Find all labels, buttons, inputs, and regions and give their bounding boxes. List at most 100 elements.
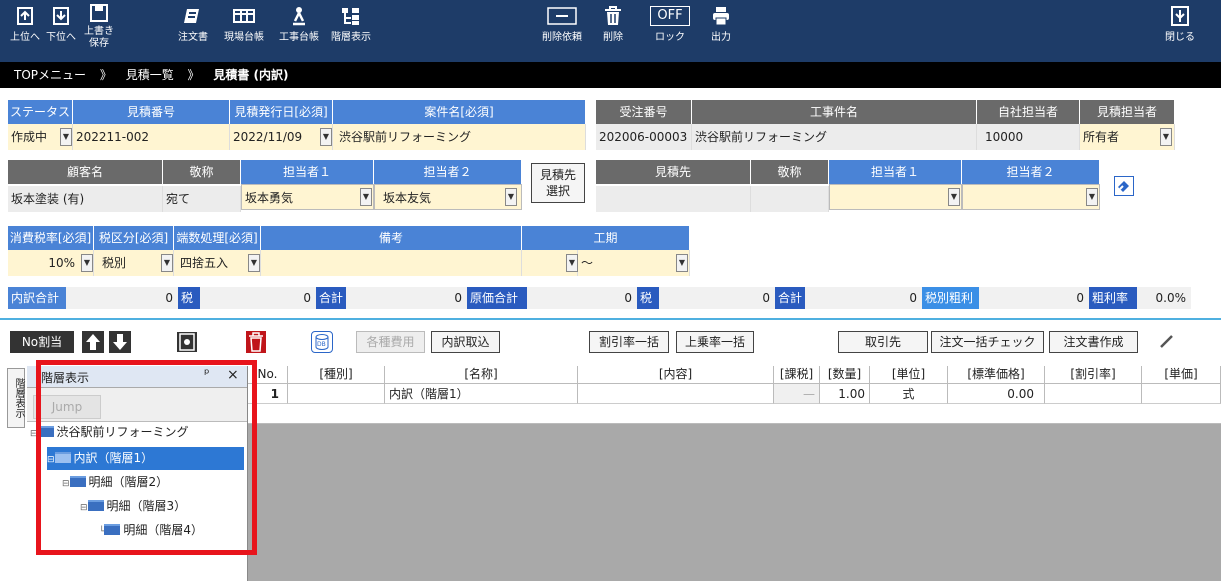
delete-request-icon — [539, 0, 585, 32]
overwrite-save-button[interactable]: 上書き 保存 — [82, 0, 116, 62]
header-tax-rate: 消費税率[必須] — [8, 226, 94, 250]
breadcrumb-current: 見積書 (内訳) — [213, 68, 289, 82]
header-estimate-no: 見積番号 — [73, 100, 230, 124]
supplier-button[interactable]: 取引先 — [838, 331, 928, 353]
person1-select[interactable]: 坂本勇気 — [241, 184, 374, 210]
own-person-field: 10000 — [977, 124, 1080, 150]
person2-select[interactable]: 坂本友気 — [374, 184, 522, 210]
column-header[interactable]: [単価] — [1142, 366, 1221, 383]
header-period: 工期 — [522, 226, 690, 250]
column-header[interactable]: [標準価格] — [948, 366, 1045, 383]
chevron-down-icon[interactable]: ▼ — [948, 188, 960, 206]
database-icon[interactable]: DB — [311, 331, 333, 353]
row-standard-price[interactable]: 0.00 — [948, 384, 1045, 404]
no-assign-button[interactable]: No割当 — [10, 331, 74, 353]
case-name-field[interactable]: 渋谷駅前リフォーミング — [333, 124, 586, 150]
column-header[interactable]: [課税] — [774, 366, 820, 383]
column-header[interactable]: [種別] — [288, 366, 385, 383]
row-discount-rate[interactable] — [1045, 384, 1142, 404]
order-icon — [174, 0, 212, 32]
breadcrumb-top-link[interactable]: TOPメニュー — [14, 68, 86, 82]
estimate-no-field[interactable]: 202211-002 — [73, 124, 230, 150]
destination-person1-select[interactable] — [829, 184, 962, 210]
column-header[interactable]: [割引率] — [1045, 366, 1142, 383]
issue-date-field[interactable]: 2022/11/09 — [230, 124, 333, 150]
period-end-select[interactable]: ～ — [578, 250, 690, 276]
table-row-empty[interactable] — [248, 404, 1221, 424]
pencil-icon[interactable] — [1157, 331, 1177, 351]
breadcrumb-list-link[interactable]: 見積一覧 — [126, 68, 174, 82]
row-tax[interactable]: — — [774, 384, 820, 404]
output-button[interactable]: 出力 — [704, 0, 738, 62]
eraser-icon[interactable] — [1114, 176, 1134, 196]
gross-profit-value: 0 — [979, 287, 1089, 309]
cost-total-sum-value: 0 — [805, 287, 922, 309]
chevron-down-icon[interactable]: ▼ — [60, 128, 72, 146]
column-header[interactable]: [単位] — [870, 366, 948, 383]
create-order-button[interactable]: 注文書作成 — [1049, 331, 1138, 353]
row-content[interactable] — [578, 384, 774, 404]
cost-total-value: 0 — [527, 287, 637, 309]
close-button[interactable]: 閉じる — [1160, 0, 1200, 62]
column-header[interactable]: [内容] — [578, 366, 774, 383]
chevron-down-icon[interactable]: ▼ — [676, 254, 688, 272]
up-button[interactable]: 上位へ — [8, 0, 42, 62]
row-unit-price[interactable] — [1142, 384, 1221, 404]
cost-tax-label: 税 — [637, 287, 659, 309]
markup-rate-bulk-button[interactable]: 上乗率一括 — [676, 331, 754, 353]
destination-person2-select[interactable] — [962, 184, 1100, 210]
header-work-name: 工事件名 — [692, 100, 977, 124]
column-header[interactable]: [数量] — [820, 366, 870, 383]
header-own-person: 自社担当者 — [977, 100, 1080, 124]
row-quantity[interactable]: 1.00 — [820, 384, 870, 404]
order-button[interactable]: 注文書 — [174, 0, 212, 62]
chevron-down-icon[interactable]: ▼ — [566, 254, 578, 272]
header-person1: 担当者１ — [241, 160, 374, 184]
trash-icon[interactable] — [246, 331, 266, 353]
move-down-arrow-icon[interactable] — [109, 331, 131, 353]
chevron-down-icon[interactable]: ▼ — [1160, 128, 1172, 146]
site-ledger-button[interactable]: 現場台帳 — [221, 0, 267, 62]
move-up-arrow-icon[interactable] — [82, 331, 104, 353]
work-ledger-button[interactable]: 工事台帳 — [275, 0, 323, 62]
lock-toggle[interactable]: OFF ロック — [646, 0, 694, 62]
order-bulk-check-button[interactable]: 注文一括チェック — [931, 331, 1044, 353]
row-unit[interactable]: 式 — [870, 384, 948, 404]
down-button[interactable]: 下位へ — [44, 0, 78, 62]
header-person2: 担当者２ — [374, 160, 522, 184]
chevron-down-icon[interactable]: ▼ — [1086, 188, 1098, 206]
hierarchy-side-tab[interactable]: 階層表示 — [7, 368, 25, 428]
cost-tax-value: 0 — [659, 287, 775, 309]
notes-field[interactable] — [261, 250, 522, 276]
exit-door-icon — [1160, 0, 1200, 32]
chevron-down-icon[interactable]: ▼ — [81, 254, 93, 272]
header-destination-person1: 担当者１ — [829, 160, 962, 184]
discount-rate-bulk-button[interactable]: 割引率一括 — [589, 331, 669, 353]
row-name[interactable]: 内訳（階層1） — [385, 384, 578, 404]
header-status: ステータス — [8, 100, 73, 124]
header-order-no: 受注番号 — [596, 100, 692, 124]
trash-icon — [596, 0, 630, 32]
header-destination-person2: 担当者２ — [962, 160, 1100, 184]
row-type[interactable] — [288, 384, 385, 404]
chevron-down-icon[interactable]: ▼ — [161, 254, 173, 272]
chevron-down-icon[interactable]: ▼ — [505, 188, 517, 206]
header-tax-type: 税区分[必須] — [94, 226, 174, 250]
delete-button[interactable]: 削除 — [596, 0, 630, 62]
delete-request-button[interactable]: 削除依頼 — [539, 0, 585, 62]
customer-field: 坂本塗装 (有) — [8, 186, 163, 212]
gear-document-icon[interactable] — [177, 332, 197, 352]
profit-rate-value: 0.0% — [1137, 287, 1191, 309]
chevron-down-icon[interactable]: ▼ — [360, 188, 372, 206]
site-ledger-icon — [221, 0, 267, 32]
various-expenses-button[interactable]: 各種費用 — [356, 331, 425, 353]
chevron-down-icon[interactable]: ▼ — [320, 128, 332, 146]
header-issue-date: 見積発行日[必須] — [230, 100, 333, 124]
import-breakdown-button[interactable]: 内訳取込 — [431, 331, 500, 353]
chevron-down-icon[interactable]: ▼ — [248, 254, 260, 272]
printer-icon — [704, 0, 738, 32]
hierarchy-display-button[interactable]: 階層表示 — [326, 0, 376, 62]
order-no-field: 202006-00003 — [596, 124, 692, 150]
column-header[interactable]: [名称] — [385, 366, 578, 383]
select-estimate-destination-button[interactable]: 見積先 選択 — [531, 163, 585, 203]
